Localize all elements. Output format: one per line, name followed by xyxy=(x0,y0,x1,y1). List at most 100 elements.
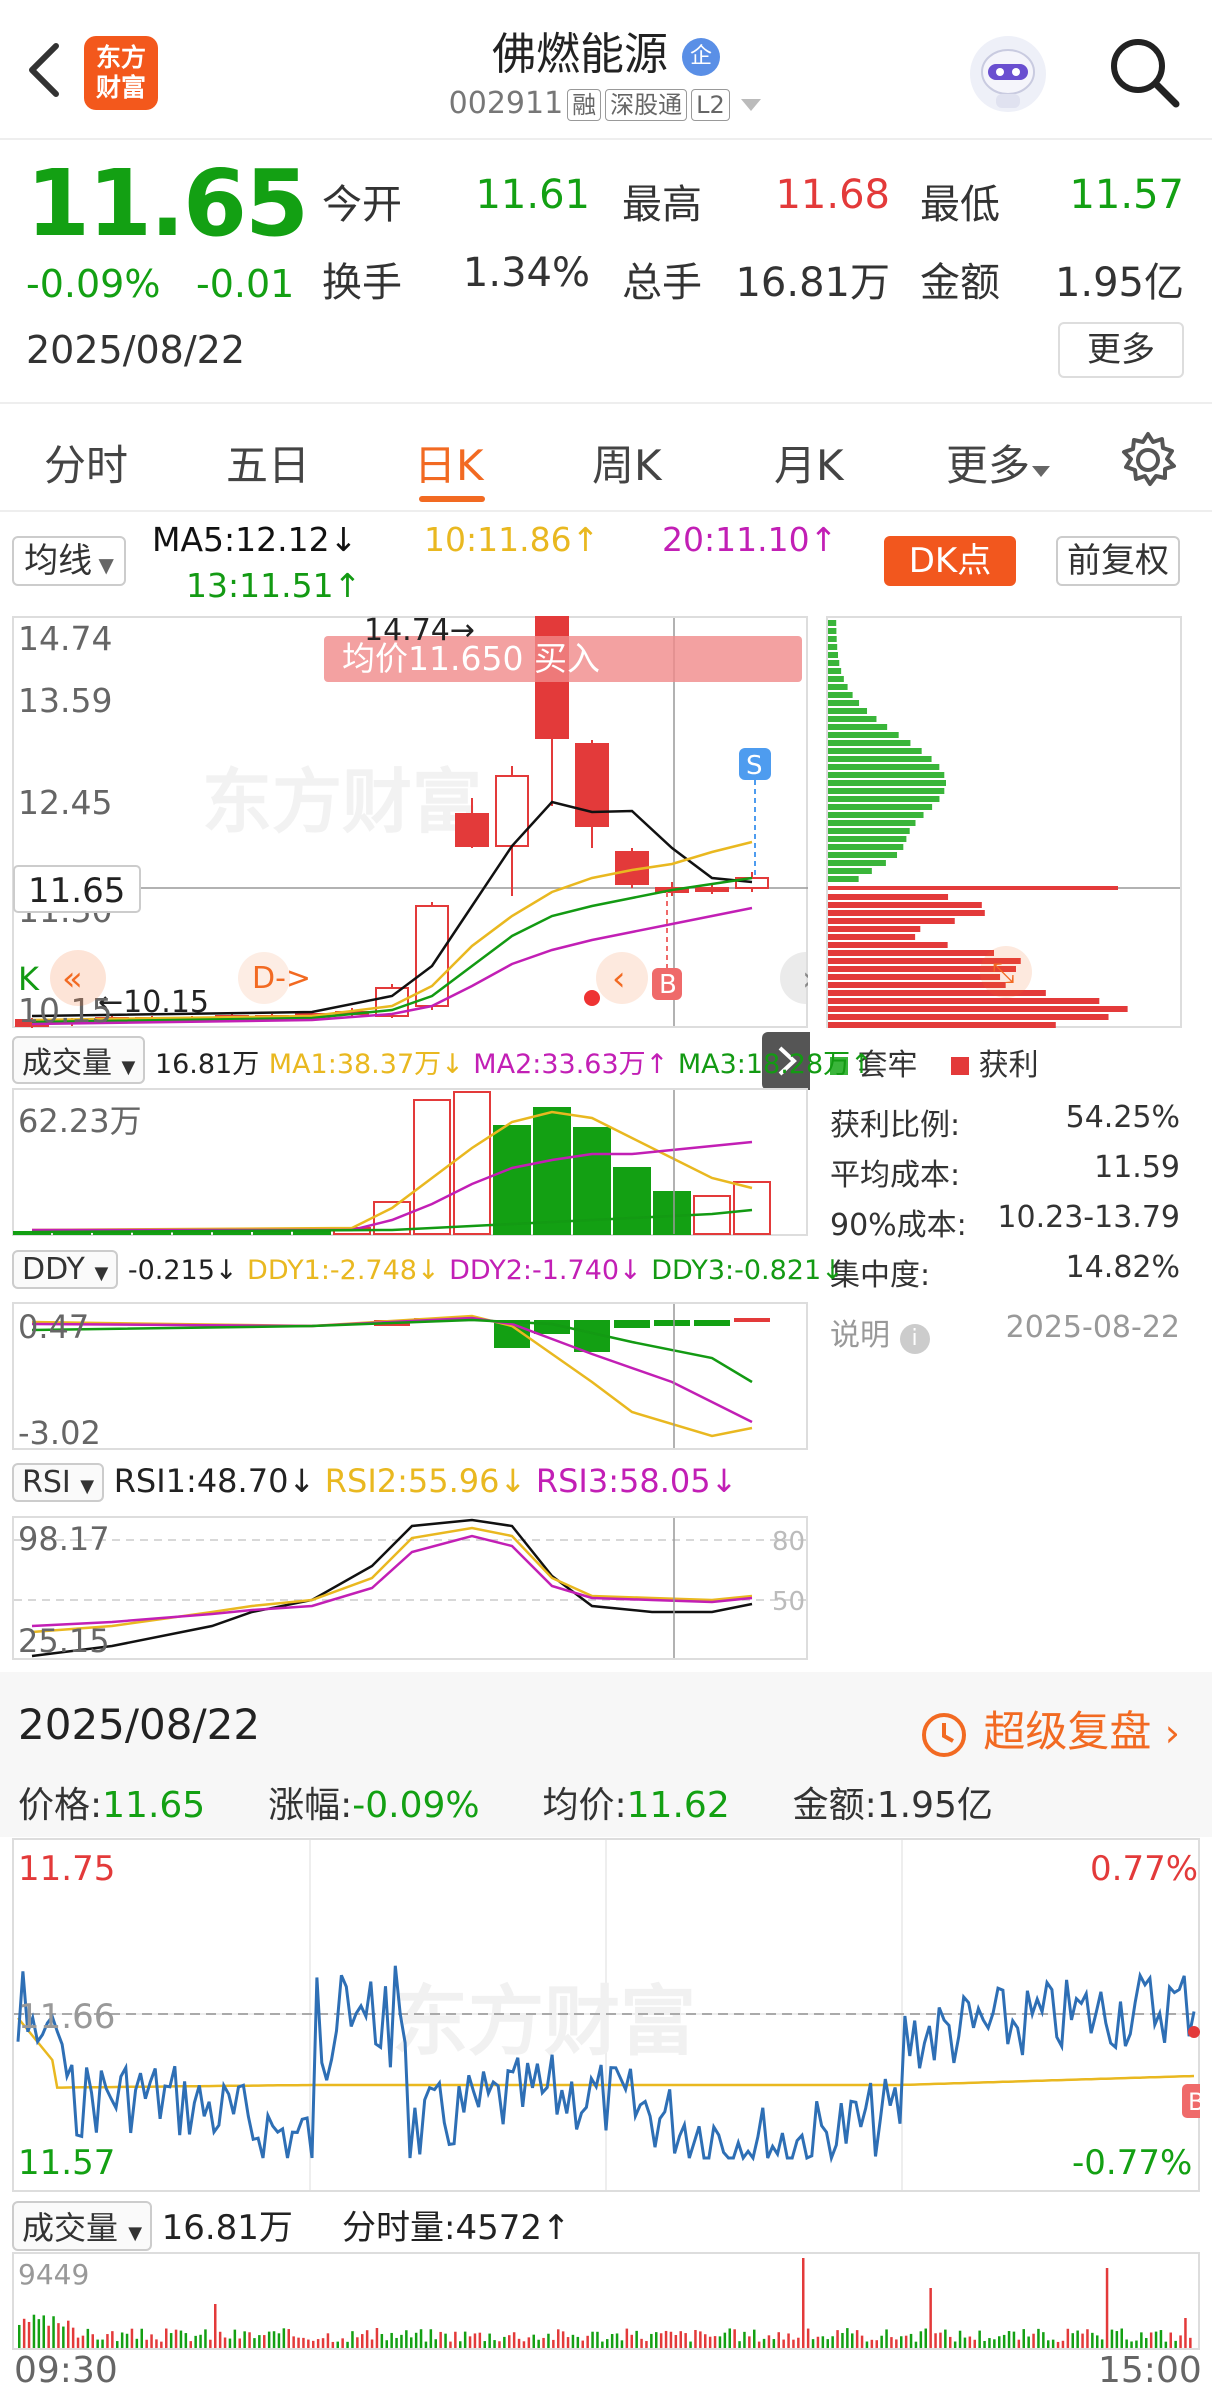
intraday-volume-bar xyxy=(596,2331,599,2348)
rsi-50-label: 50 xyxy=(772,1587,805,1617)
intraday-volume-bar xyxy=(277,2333,281,2348)
rsi-header: RSI ▼ RSI1:48.70↓ RSI2:55.96↓ RSI3:58.05… xyxy=(12,1462,737,1502)
tag-connect: 深股通 xyxy=(605,89,688,121)
volume-bar xyxy=(573,1127,611,1235)
settings-gear-icon[interactable] xyxy=(1118,430,1178,490)
intraday-volume-bar xyxy=(155,2339,158,2348)
intraday-volume-bar xyxy=(655,2332,658,2348)
super-replay-link[interactable]: 超级复盘 › xyxy=(918,1698,1180,1761)
robot-assistant-icon[interactable] xyxy=(966,32,1050,116)
intraday-volume-bar xyxy=(723,2332,727,2348)
intraday-volume-bar xyxy=(459,2341,462,2348)
intraday-volume-bar xyxy=(1110,2329,1114,2348)
chip-row-label: 集中度: xyxy=(830,1258,931,1293)
tab-daily-k[interactable]: 日K xyxy=(414,432,484,493)
intraday-volume-bar xyxy=(762,2338,766,2348)
intraday-volume-bar xyxy=(135,2338,139,2348)
intraday-volume-bar xyxy=(1159,2330,1163,2348)
intraday-volume-bar xyxy=(243,2331,246,2348)
chip-bar-trapped xyxy=(828,788,945,794)
kline-chart[interactable]: 东方财富 均价11.650 买入 14.74→ ←10.15 14.74 13.… xyxy=(12,616,808,1028)
intraday-volume-bar xyxy=(1051,2339,1055,2348)
ma-selector[interactable]: 均线 ▼ xyxy=(12,536,126,586)
intraday-volume-bar xyxy=(517,2338,521,2348)
intraday-volume-bar xyxy=(400,2334,403,2348)
more-quote-button[interactable]: 更多 xyxy=(1058,322,1184,378)
rsi-chart[interactable]: 98.17 25.15 80 50 xyxy=(12,1516,808,1660)
chip-bar-profit xyxy=(828,974,1001,980)
intraday-volume-bar xyxy=(836,2330,839,2348)
intraday-volume-bar xyxy=(1081,2333,1084,2348)
intraday-volume-bar xyxy=(96,2339,99,2348)
intraday-volume-bar xyxy=(792,2339,795,2348)
high-marker: 14.74→ xyxy=(364,616,475,648)
chip-distribution-chart[interactable]: ⤡ xyxy=(826,616,1182,1028)
amount-value: 1.95亿 xyxy=(1054,260,1184,306)
open-value: 11.61 xyxy=(475,172,590,218)
intraday-volume-bar xyxy=(228,2338,232,2348)
volume-chart[interactable]: 62.23万 xyxy=(12,1088,808,1236)
intraday-volume-bar xyxy=(444,2333,447,2348)
quote-date: 2025/08/22 xyxy=(26,328,246,372)
intraday-volume-chart[interactable]: 9449 xyxy=(12,2252,1200,2350)
intraday-chart[interactable]: 东方财富 B 11.75 11.66 11.57 0.77% -0.77% xyxy=(12,1838,1200,2192)
tab-monthly-k[interactable]: 月K xyxy=(774,432,844,493)
intraday-volume-bar xyxy=(375,2328,379,2348)
volume-selector[interactable]: 成交量 ▼ xyxy=(12,1036,146,1084)
caret-down-icon xyxy=(1032,466,1051,477)
rsi-selector[interactable]: RSI ▼ xyxy=(12,1463,105,1502)
volume-selector-label: 成交量 xyxy=(22,1046,112,1081)
intraday-volume-bar xyxy=(851,2333,854,2348)
intraday-volume-bar xyxy=(1135,2340,1138,2348)
adjust-mode-button[interactable]: 前复权 xyxy=(1056,536,1180,586)
intraday-volume-bar xyxy=(331,2341,335,2348)
ddy-selector[interactable]: DDY ▼ xyxy=(12,1250,119,1289)
dk-point-button[interactable]: DK点 xyxy=(884,536,1016,586)
intraday-volume-bar xyxy=(1125,2339,1128,2348)
intraday-volume-bar xyxy=(757,2341,761,2348)
intraday-volume-bar xyxy=(321,2338,325,2348)
search-icon[interactable] xyxy=(1106,34,1182,110)
ddy-y-bottom: -3.02 xyxy=(18,1414,101,1450)
volume-bar xyxy=(493,1125,531,1235)
chip-note[interactable]: 说明 i xyxy=(830,1310,930,1354)
intraday-volume-bar xyxy=(552,2339,555,2348)
intraday-volume-bar xyxy=(76,2337,80,2348)
chip-bar-trapped xyxy=(828,724,888,730)
caret-down-icon[interactable] xyxy=(739,95,763,115)
intraday-volume-bar xyxy=(52,2316,55,2348)
chip-bar-profit xyxy=(828,1006,1128,1012)
tab-more[interactable]: 更多 xyxy=(946,432,1052,493)
tab-intraday[interactable]: 分时 xyxy=(44,432,128,493)
chip-bar-profit xyxy=(828,902,982,908)
intraday-volume-bar xyxy=(91,2334,94,2348)
tab-five-day[interactable]: 五日 xyxy=(226,432,310,493)
ddy-bar xyxy=(734,1318,770,1322)
chip-bar-profit xyxy=(828,1022,1056,1028)
intraday-pct-bottom: -0.77% xyxy=(1072,2143,1192,2183)
intraday-volume-bar xyxy=(640,2338,643,2348)
ddy-chart[interactable]: 0.47 -3.02 xyxy=(12,1302,808,1450)
intraday-volume-bar xyxy=(282,2328,286,2348)
rsi2-value: RSI2:55.96↓ xyxy=(324,1462,527,1500)
change-percent: -0.09% xyxy=(26,262,161,306)
intraday-volume-bar xyxy=(145,2339,148,2348)
intraday-volume-bar xyxy=(890,2337,893,2348)
intraday-volume-bar xyxy=(797,2337,800,2348)
intraday-volume-bar xyxy=(267,2331,271,2348)
intraday-volume-bar xyxy=(875,2340,878,2348)
chip-bar-trapped xyxy=(828,660,840,666)
turnover-label: 换手 xyxy=(322,260,402,306)
intraday-volume-selector[interactable]: 成交量 ▼ xyxy=(12,2201,153,2251)
intraday-volume-bar xyxy=(1169,2332,1172,2348)
y-label-1: 14.74 xyxy=(18,619,112,658)
intraday-volume-bar xyxy=(1032,2333,1035,2348)
volume-value: 16.81万 xyxy=(735,260,890,306)
tab-weekly-k[interactable]: 周K xyxy=(592,432,662,493)
intraday-y-bottom: 11.57 xyxy=(18,2143,115,2183)
intraday-volume-bar xyxy=(1061,2340,1065,2348)
super-replay-label: 超级复盘 xyxy=(983,1707,1152,1756)
chip-bar-trapped xyxy=(828,820,916,826)
intraday-volume-bar xyxy=(625,2328,629,2348)
ma10-value: 10:11.86↑ xyxy=(424,520,600,559)
